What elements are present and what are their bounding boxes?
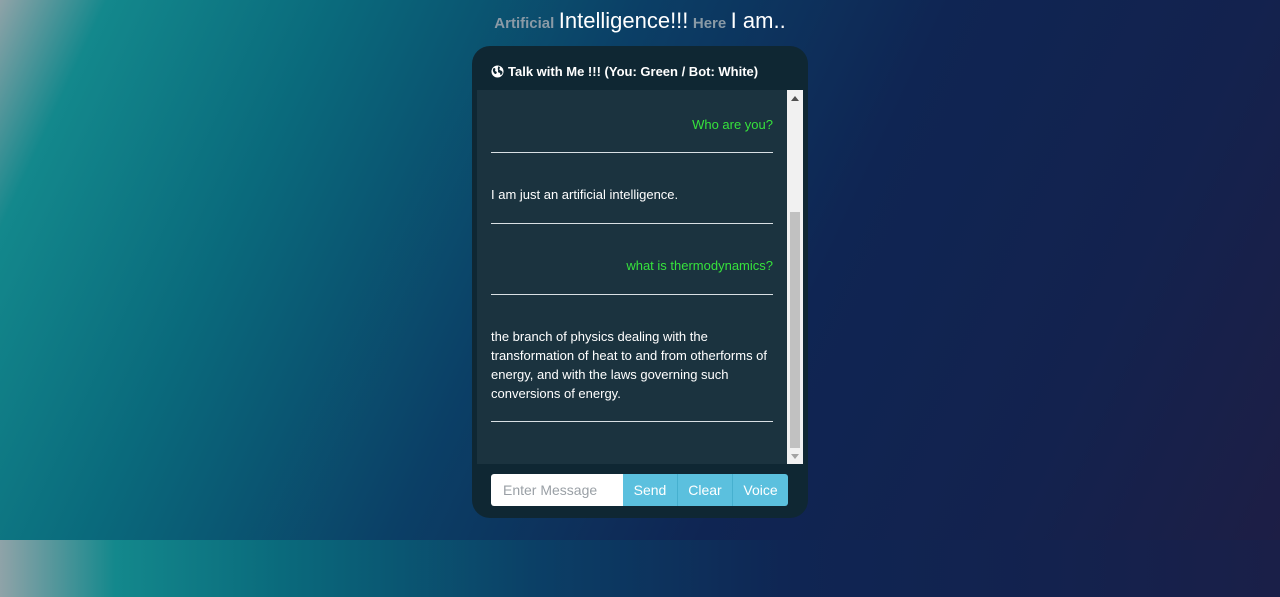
message-input[interactable] — [491, 474, 623, 506]
message-input-group: Send Clear Voice — [491, 474, 788, 506]
send-button[interactable]: Send — [623, 474, 677, 506]
page-footer-strip — [0, 540, 1280, 597]
message-divider — [491, 421, 773, 422]
message-list: Who are you? I am just an artificial int… — [491, 90, 773, 422]
clear-button[interactable]: Clear — [677, 474, 732, 506]
chat-panel: Talk with Me !!! (You: Green / Bot: Whit… — [472, 46, 808, 518]
user-message: what is thermodynamics? — [626, 258, 773, 273]
scrollbar-thumb[interactable] — [790, 212, 800, 448]
chat-messages-area[interactable]: Who are you? I am just an artificial int… — [477, 90, 803, 464]
bot-message: the branch of physics dealing with the t… — [491, 329, 768, 401]
headline-artificial: Artificial — [494, 15, 555, 32]
headline-intelligence: Intelligence!!! — [558, 8, 689, 33]
globe-icon — [491, 64, 504, 78]
chat-header: Talk with Me !!! (You: Green / Bot: Whit… — [491, 62, 758, 80]
headline-here: Here — [692, 15, 727, 32]
scroll-down-arrow-icon[interactable] — [787, 449, 803, 463]
chat-scrollbar[interactable] — [787, 90, 803, 464]
chat-title: Talk with Me !!! (You: Green / Bot: Whit… — [508, 63, 759, 79]
voice-button[interactable]: Voice — [732, 474, 788, 506]
user-message: Who are you? — [692, 117, 773, 132]
headline-i-am: I am.. — [730, 8, 786, 33]
scroll-up-arrow-icon[interactable] — [787, 91, 803, 105]
page-headline: Artificial Intelligence!!! Here I am.. — [0, 8, 1280, 34]
bot-message: I am just an artificial intelligence. — [491, 187, 679, 202]
